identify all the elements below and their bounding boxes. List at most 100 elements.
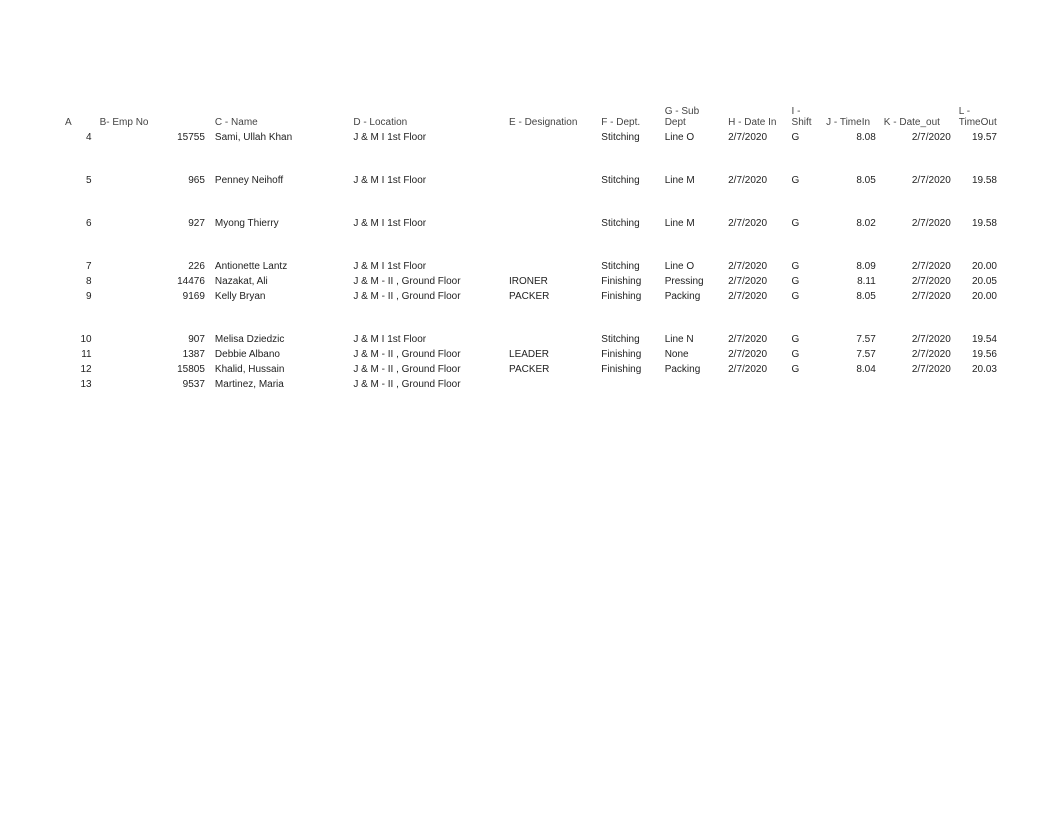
data-table: A B- Emp No C - Name D - Location E - De… [61,50,1001,392]
cell-timein: 8.05 [822,289,880,304]
table-row: 139537Martinez, MariaJ & M - II , Ground… [61,377,1001,392]
cell-empno: 15755 [96,130,211,145]
cell-timein [822,377,880,392]
cell-empno: 907 [96,332,211,347]
header-row: A B- Emp No C - Name D - Location E - De… [61,50,1001,130]
cell-empno: 9537 [96,377,211,392]
spacer-row [61,304,1001,332]
cell-name: Melisa Dziedzic [211,332,349,347]
table-row: 5965Penney NeihoffJ & M I 1st Floor Stitc… [61,173,1001,188]
cell-a: 11 [61,347,96,362]
cell-a: 10 [61,332,96,347]
cell-timein: 8.04 [822,362,880,377]
cell-dept: Finishing [597,362,660,377]
cell-empno: 965 [96,173,211,188]
cell-timeout: 20.05 [955,274,1001,289]
cell-subdept: Line N [661,332,724,347]
table-row: 99169Kelly BryanJ & M - II , Ground Floo… [61,289,1001,304]
cell-location: J & M - II , Ground Floor [349,377,505,392]
cell-timein: 8.08 [822,130,880,145]
cell-datein [724,377,787,392]
cell-dept: Stitching [597,332,660,347]
cell-shift: G [788,362,823,377]
cell-dateout: 2/7/2020 [880,274,955,289]
header-designation: E - Designation [505,50,597,130]
cell-empno: 9169 [96,289,211,304]
cell-datein: 2/7/2020 [724,216,787,231]
cell-designation [505,216,597,231]
cell-designation: LEADER [505,347,597,362]
cell-datein: 2/7/2020 [724,347,787,362]
header-timein: J - TimeIn [822,50,880,130]
cell-a: 4 [61,130,96,145]
cell-a: 6 [61,216,96,231]
cell-empno: 15805 [96,362,211,377]
cell-timeout: 19.57 [955,130,1001,145]
header-dateout: K - Date_out [880,50,955,130]
header-datein: H - Date In [724,50,787,130]
cell-name: Penney Neihoff [211,173,349,188]
cell-subdept: Packing [661,289,724,304]
cell-datein: 2/7/2020 [724,362,787,377]
header-subdept: G - Sub Dept [661,50,724,130]
cell-empno: 14476 [96,274,211,289]
cell-location: J & M - II , Ground Floor [349,347,505,362]
table-row: 415755Sami, Ullah KhanJ & M I 1st FloorS… [61,130,1001,145]
cell-dateout: 2/7/2020 [880,173,955,188]
cell-empno: 927 [96,216,211,231]
cell-a: 8 [61,274,96,289]
cell-designation [505,377,597,392]
cell-location: J & M I 1st Floor [349,259,505,274]
cell-shift: G [788,173,823,188]
cell-name: Myong Thierry [211,216,349,231]
cell-shift [788,377,823,392]
cell-datein: 2/7/2020 [724,130,787,145]
cell-timein: 8.11 [822,274,880,289]
cell-location: J & M I 1st Floor [349,332,505,347]
cell-a: 5 [61,173,96,188]
cell-name: Debbie Albano [211,347,349,362]
cell-dateout: 2/7/2020 [880,130,955,145]
table-row: 6927Myong ThierryJ & M I 1st FloorStitch… [61,216,1001,231]
cell-designation: IRONER [505,274,597,289]
header-shift: I - Shift [788,50,823,130]
cell-designation [505,332,597,347]
cell-shift: G [788,289,823,304]
cell-name: Khalid, Hussain [211,362,349,377]
cell-empno: 1387 [96,347,211,362]
spreadsheet-table: A B- Emp No C - Name D - Location E - De… [61,50,1001,392]
cell-timeout: 20.00 [955,259,1001,274]
cell-name: Nazakat, Ali [211,274,349,289]
cell-datein: 2/7/2020 [724,289,787,304]
cell-subdept: None [661,347,724,362]
cell-dept [597,377,660,392]
cell-subdept [661,377,724,392]
cell-location: J & M I 1st Floor [349,173,505,188]
cell-designation [505,259,597,274]
cell-location: J & M - II , Ground Floor [349,362,505,377]
table-row: 111387Debbie AlbanoJ & M - II , Ground F… [61,347,1001,362]
cell-subdept: Line O [661,259,724,274]
table-row: 814476Nazakat, AliJ & M - II , Ground Fl… [61,274,1001,289]
cell-subdept: Pressing [661,274,724,289]
cell-designation: PACKER [505,289,597,304]
cell-timein: 7.57 [822,332,880,347]
cell-dateout: 2/7/2020 [880,362,955,377]
spacer-row [61,231,1001,259]
cell-datein: 2/7/2020 [724,274,787,289]
header-dept: F - Dept. [597,50,660,130]
cell-a: 7 [61,259,96,274]
cell-location: J & M - II , Ground Floor [349,274,505,289]
cell-datein: 2/7/2020 [724,173,787,188]
cell-location: J & M I 1st Floor [349,130,505,145]
cell-timein: 8.05 [822,173,880,188]
cell-timeout [955,377,1001,392]
cell-location: J & M I 1st Floor [349,216,505,231]
cell-a: 9 [61,289,96,304]
cell-shift: G [788,259,823,274]
cell-dept: Stitching [597,173,660,188]
cell-designation [505,173,597,188]
cell-datein: 2/7/2020 [724,332,787,347]
cell-dateout [880,377,955,392]
cell-a: 12 [61,362,96,377]
